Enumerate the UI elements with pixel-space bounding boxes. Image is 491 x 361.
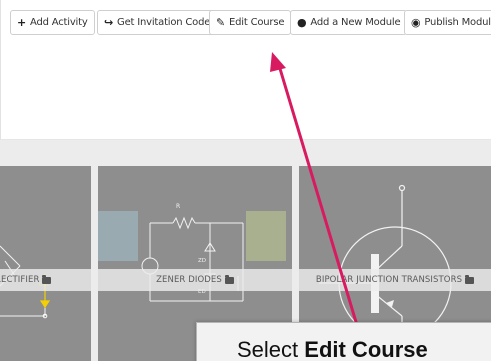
add-activity-label: Add Activity (30, 17, 88, 28)
callout-emphasis: Edit Course (304, 337, 428, 361)
rectifier-circuit-image: out (0, 245, 51, 319)
publish-modules-label: Publish Modules (424, 17, 491, 28)
module-label-bipolar-junction-transistors: BIPOLAR JUNCTION TRANSISTORS (299, 269, 491, 291)
plus-circle-icon: ● (297, 16, 307, 29)
get-invitation-code-button[interactable]: ↪ Get Invitation Code (97, 10, 218, 35)
edit-icon: ✎ (216, 16, 226, 29)
module-title: ZENER DIODES (156, 275, 222, 285)
share-icon: ↪ (104, 16, 114, 29)
module-card-rectifier[interactable]: out RECTIFIER (0, 166, 91, 361)
instruction-callout: Select Edit Course (196, 322, 491, 361)
edit-course-label: Edit Course (229, 17, 285, 28)
publish-modules-button[interactable]: ◉ Publish Modules (404, 10, 491, 35)
edit-course-button[interactable]: ✎ Edit Course (209, 10, 292, 35)
course-toolbar: + Add Activity ↪ Get Invitation Code ✎ E… (0, 0, 491, 140)
module-title: RECTIFIER (0, 275, 40, 285)
module-label-zener-diodes: ZENER DIODES (98, 269, 292, 291)
add-new-module-label: Add a New Module (310, 17, 401, 28)
folder-icon (465, 274, 475, 284)
zd-label: ZD (198, 258, 206, 264)
plus-icon: + (17, 16, 27, 29)
get-invitation-code-label: Get Invitation Code (117, 17, 211, 28)
module-label-rectifier: RECTIFIER (0, 269, 91, 291)
add-activity-button[interactable]: + Add Activity (10, 10, 95, 35)
folder-icon (224, 274, 234, 284)
resistor-label: R (176, 203, 180, 210)
module-title: BIPOLAR JUNCTION TRANSISTORS (315, 275, 463, 285)
folder-icon (42, 274, 52, 284)
add-new-module-button[interactable]: ● Add a New Module (290, 10, 408, 35)
callout-prefix: Select (237, 337, 305, 361)
globe-icon: ◉ (411, 16, 421, 29)
